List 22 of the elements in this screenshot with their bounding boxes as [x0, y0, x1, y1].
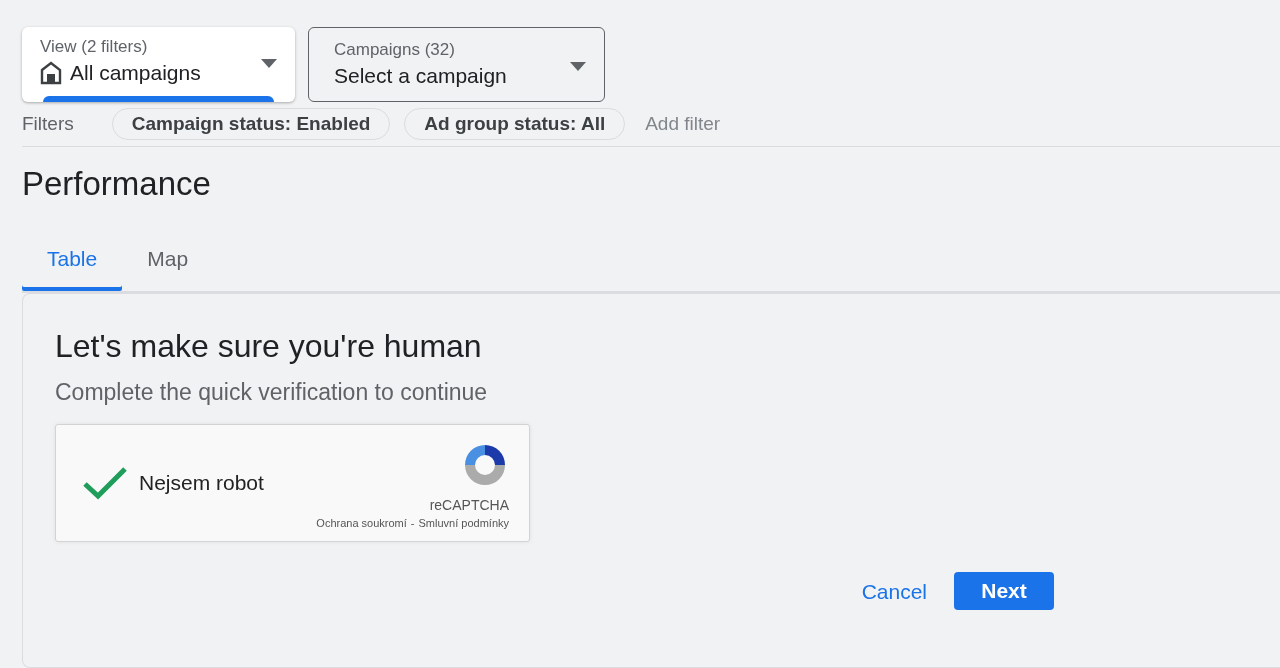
selector-value: Select a campaign: [334, 64, 508, 88]
recaptcha-brand: reCAPTCHA: [429, 497, 509, 513]
verification-heading: Let's make sure you're human: [55, 328, 483, 365]
home-icon: [40, 61, 62, 85]
dropdown-selector[interactable]: View (2 filters) All campaigns: [22, 27, 295, 102]
dropdown-caret-icon: [570, 62, 586, 71]
cancel-button[interactable]: Cancel: [861, 572, 927, 612]
privacy-link[interactable]: Ochrana soukromí: [316, 517, 407, 529]
dropdown-caret-icon: [261, 59, 277, 68]
captcha-label: Nejsem robot: [139, 471, 265, 495]
dropdown-selector[interactable]: Campaigns (32) Select a campaign: [308, 27, 605, 102]
filters-label: Filters: [22, 113, 74, 135]
selector-value: All campaigns: [40, 61, 261, 85]
verification-subtitle: Complete the quick verification to continue: [55, 379, 489, 406]
terms-link[interactable]: Smluvní podmínky: [418, 517, 509, 529]
tab[interactable]: Map: [122, 235, 214, 291]
page-title: Performance: [22, 165, 212, 203]
selector-label: View (2 filters): [40, 37, 149, 57]
next-button[interactable]: Next: [954, 572, 1054, 610]
link-separator: -: [410, 517, 415, 529]
tab[interactable]: Table: [22, 235, 123, 291]
selector-label: Campaigns (32): [334, 40, 456, 60]
